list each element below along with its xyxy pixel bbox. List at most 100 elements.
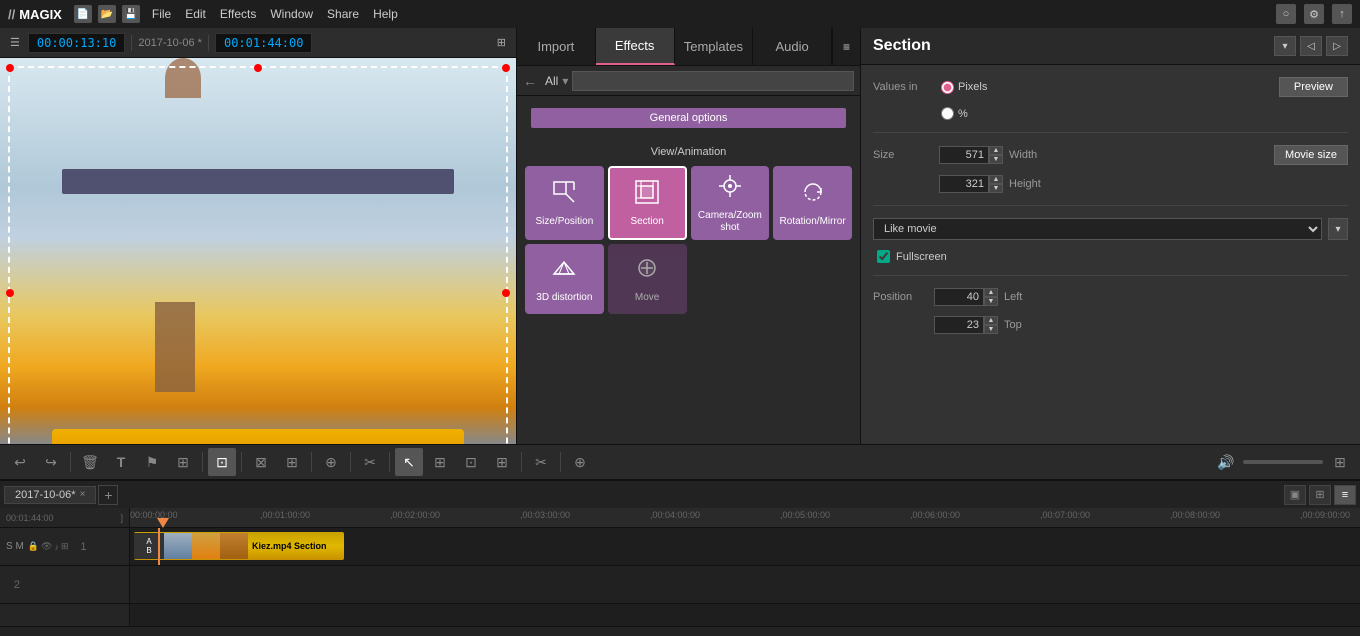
timeline-add-tab-btn[interactable]: + [98, 485, 118, 505]
section-next-btn[interactable]: ▷ [1326, 36, 1348, 56]
fullscreen-checkbox[interactable] [877, 250, 890, 263]
width-input[interactable] [939, 146, 989, 164]
height-input[interactable] [939, 175, 989, 193]
top-input[interactable] [934, 316, 984, 334]
effect-tile-size-position[interactable]: Size/Position [525, 166, 604, 240]
section-prev-btn[interactable]: ◁ [1300, 36, 1322, 56]
track-label-1: S M 🔒 👁 ♪ ⊞ 1 [0, 528, 129, 566]
top-spin-up[interactable]: ▲ [984, 316, 998, 325]
tab-templates[interactable]: Templates [675, 28, 754, 65]
insert2-btn[interactable]: ⊕ [566, 448, 594, 476]
main-clip[interactable]: A B Kiez.mp4 Section [134, 532, 344, 560]
track-1-vol[interactable]: ♪ [54, 542, 59, 552]
audio-mix-btn[interactable]: ⊞ [169, 448, 197, 476]
new-file-icon[interactable]: 📄 [74, 5, 92, 23]
track-1-fx[interactable]: ⊞ [61, 541, 69, 552]
h-scrollbar[interactable] [0, 626, 1360, 636]
tb-sep3 [241, 452, 242, 472]
tb-menu-btn[interactable]: ⊞ [1326, 448, 1354, 476]
open-file-icon[interactable]: 📂 [98, 5, 116, 23]
effect-tile-camera-zoom[interactable]: Camera/Zoom shot [691, 166, 770, 240]
ungroup-btn[interactable]: ⊠ [247, 448, 275, 476]
view-single-btn[interactable]: ▣ [1284, 485, 1306, 505]
razor-btn[interactable]: ✂ [527, 448, 555, 476]
preview-menu-btn[interactable]: ⊞ [493, 34, 510, 51]
cursor-tool-btn[interactable]: ↖ [395, 448, 423, 476]
pixels-radio[interactable] [941, 81, 954, 94]
left-spin-up[interactable]: ▲ [984, 288, 998, 297]
search-area[interactable] [572, 71, 854, 91]
magnetic-btn[interactable]: ⊡ [208, 448, 236, 476]
tab-audio[interactable]: Audio [753, 28, 832, 65]
preview-btn[interactable]: Preview [1279, 77, 1348, 97]
movie-size-btn[interactable]: Movie size [1274, 145, 1348, 165]
menu-items: File Edit Effects Window Share Help [152, 7, 398, 21]
track-row-1[interactable]: A B Kiez.mp4 Section [130, 528, 1360, 566]
general-options-tab[interactable]: General options [531, 108, 846, 128]
left-spin-btns: ▲ ▼ [984, 288, 998, 306]
like-movie-dropdown[interactable]: Like movie [873, 218, 1322, 240]
height-spin-down[interactable]: ▼ [989, 184, 1003, 193]
height-spin-up[interactable]: ▲ [989, 175, 1003, 184]
nav-back-btn[interactable]: ← [523, 73, 537, 89]
handle-top-mid[interactable] [254, 64, 262, 72]
track-1-lock[interactable]: 🔒 [28, 541, 39, 552]
clip-thumb-2 [192, 533, 220, 559]
left-input[interactable] [934, 288, 984, 306]
redo-btn[interactable]: ↪ [37, 448, 65, 476]
timeline-ruler[interactable]: 00:00:00:00 ,00:01:00:00 ,00:02:00:00 ,0… [130, 508, 1360, 528]
view-list-btn[interactable]: ≡ [1334, 485, 1356, 505]
effect-label-3d: 3D distortion [536, 292, 592, 304]
left-spin-down[interactable]: ▼ [984, 297, 998, 306]
handle-top-left[interactable] [6, 64, 14, 72]
track-row-2[interactable] [130, 566, 1360, 604]
ruler-mark-7: ,00:07:00:00 [1040, 510, 1090, 520]
handle-top-right[interactable] [502, 64, 510, 72]
insert-btn[interactable]: ⊕ [317, 448, 345, 476]
timeline-tab-close[interactable]: × [80, 489, 86, 500]
effect-tile-move[interactable]: Move [608, 244, 687, 314]
effect-label-section: Section [630, 216, 663, 228]
scissors-btn[interactable]: ✂ [356, 448, 384, 476]
width-spin-down[interactable]: ▼ [989, 155, 1003, 164]
effect-tile-3d[interactable]: 3D distortion [525, 244, 604, 314]
top-input-group: ▲ ▼ [934, 316, 998, 334]
settings-icon[interactable]: ⚙ [1304, 4, 1324, 24]
tab-effects[interactable]: Effects [596, 28, 675, 65]
trim-tool-btn[interactable]: ⊡ [457, 448, 485, 476]
menu-share[interactable]: Share [327, 7, 359, 21]
left-label: Left [1004, 291, 1022, 303]
text-btn[interactable]: T [107, 448, 135, 476]
effects-toolbar: ← All ▾ [517, 66, 860, 96]
volume-slider[interactable] [1243, 460, 1323, 464]
expand-btn[interactable]: ☰ [6, 34, 24, 51]
menu-file[interactable]: File [152, 7, 171, 21]
ripple-btn[interactable]: ⊞ [488, 448, 516, 476]
effect-tile-section[interactable]: Section [608, 166, 687, 240]
upload-icon[interactable]: ↑ [1332, 4, 1352, 24]
breadcrumb-dropdown-btn[interactable]: ▾ [562, 74, 568, 88]
save-file-icon[interactable]: 💾 [122, 5, 140, 23]
marker-btn[interactable]: ⚑ [138, 448, 166, 476]
group-btn[interactable]: ⊞ [278, 448, 306, 476]
section-dropdown-btn[interactable]: ▾ [1274, 36, 1296, 56]
panel-collapse-btn[interactable]: ≡ [832, 28, 860, 65]
menu-window[interactable]: Window [270, 7, 313, 21]
delete-btn[interactable]: 🗑 [76, 448, 104, 476]
menu-effects[interactable]: Effects [220, 7, 256, 21]
select-track-btn[interactable]: ⊞ [426, 448, 454, 476]
undo-btn[interactable]: ↩ [6, 448, 34, 476]
bottom-area: ↩ ↪ 🗑 T ⚑ ⊞ ⊡ ⊠ ⊞ ⊕ ✂ ↖ ⊞ ⊡ ⊞ ✂ ⊕ 🔊 ⊞ 20… [0, 444, 1360, 636]
menu-edit[interactable]: Edit [185, 7, 206, 21]
view-grid-btn[interactable]: ⊞ [1309, 485, 1331, 505]
dropdown-arrow-btn[interactable]: ▾ [1328, 218, 1348, 240]
effect-tile-rotation[interactable]: Rotation/Mirror [773, 166, 852, 240]
menu-help[interactable]: Help [373, 7, 398, 21]
width-spin-up[interactable]: ▲ [989, 146, 1003, 155]
top-spin-down[interactable]: ▼ [984, 325, 998, 334]
track-1-eye[interactable]: 👁 [41, 541, 52, 552]
timeline-tab[interactable]: 2017-10-06* × [4, 486, 96, 504]
volume-icon[interactable]: 🔊 [1212, 448, 1240, 476]
percent-radio[interactable] [941, 107, 954, 120]
tab-import[interactable]: Import [517, 28, 596, 65]
